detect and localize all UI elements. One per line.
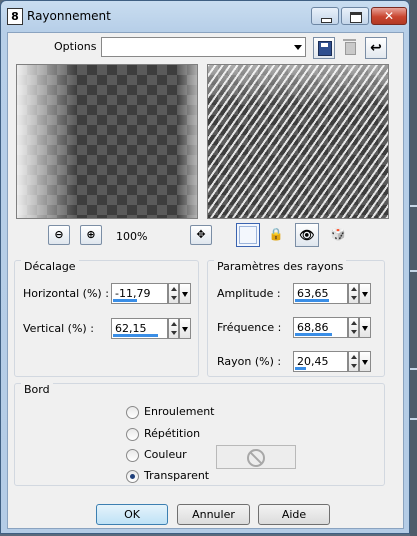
lock-icon: 🔒	[268, 227, 284, 241]
vertical-dropdown-button[interactable]	[179, 318, 191, 339]
cancel-button[interactable]: Annuler	[177, 504, 250, 525]
offset-group-title: Décalage	[21, 260, 79, 273]
zoom-in-icon: ⊕	[86, 228, 96, 241]
amplitude-stepper[interactable]	[348, 283, 359, 304]
floppy-disk-icon	[318, 41, 332, 56]
offset-group: Décalage Horizontal (%) : -11,79 Vertica…	[14, 260, 199, 377]
proof-toggle-button[interactable]	[236, 223, 260, 247]
chevron-down-icon	[294, 45, 302, 50]
preview-toggle-button[interactable]: 👁	[295, 223, 319, 247]
window-title: Rayonnement	[27, 9, 111, 23]
edge-color-swatch[interactable]	[216, 445, 296, 469]
background-window-edge	[410, 0, 417, 536]
vertical-input[interactable]: 62,15	[111, 318, 168, 339]
vertical-label: Vertical (%) :	[23, 322, 94, 335]
result-preview[interactable]	[207, 64, 389, 219]
frequency-input[interactable]: 68,86	[293, 317, 348, 338]
zoom-out-button[interactable]: ⊖	[48, 225, 70, 245]
help-button[interactable]: Aide	[258, 504, 330, 525]
amplitude-slider-fill[interactable]	[295, 299, 329, 302]
horizontal-input[interactable]: -11,79	[111, 283, 168, 304]
app-icon: 8	[7, 8, 23, 25]
zoom-in-button[interactable]: ⊕	[80, 225, 102, 245]
horizontal-label: Horizontal (%) :	[23, 287, 109, 300]
close-button[interactable]: ✕	[371, 7, 407, 25]
move-icon: ✥	[196, 228, 206, 241]
radio-transparent[interactable]	[126, 470, 139, 483]
original-preview[interactable]	[16, 64, 198, 219]
amplitude-label: Amplitude :	[217, 287, 281, 300]
horizontal-stepper[interactable]	[168, 283, 179, 304]
radio-repeat-label[interactable]: Répétition	[144, 427, 200, 440]
radius-input[interactable]: 20,45	[293, 351, 348, 372]
ray-parameters-title: Paramètres des rayons	[214, 260, 347, 273]
horizontal-dropdown-button[interactable]	[179, 283, 191, 304]
options-preset-dropdown[interactable]	[101, 37, 306, 57]
radius-label: Rayon (%) :	[217, 355, 282, 368]
eye-icon: 👁	[299, 228, 315, 242]
randomize-button[interactable]: 🎲	[326, 223, 350, 247]
radio-color-label[interactable]: Couleur	[144, 448, 187, 461]
frequency-dropdown-button[interactable]	[359, 317, 371, 338]
options-label: Options :	[54, 40, 104, 53]
frequency-label: Fréquence :	[217, 321, 282, 334]
dialog-body: Options : ↩ ⊖ ⊕ 100% ✥ 🔒 👁 🎲 Décalage Ho…	[7, 32, 404, 529]
radius-slider-fill[interactable]	[295, 367, 306, 370]
close-icon: ✕	[383, 9, 395, 23]
radio-repeat[interactable]	[126, 428, 139, 441]
dice-icon: 🎲	[330, 227, 346, 241]
vertical-slider-fill[interactable]	[113, 334, 158, 337]
zoom-out-icon: ⊖	[54, 228, 64, 241]
ok-button[interactable]: OK	[96, 504, 168, 525]
amplitude-input[interactable]: 63,65	[293, 283, 348, 304]
trash-icon	[343, 39, 356, 55]
radius-dropdown-button[interactable]	[359, 351, 371, 372]
save-preset-button[interactable]	[313, 37, 335, 59]
frequency-slider-fill[interactable]	[295, 333, 332, 336]
ray-parameters-group: Paramètres des rayons Amplitude : 63,65 …	[207, 260, 385, 377]
horizontal-slider-fill[interactable]	[113, 299, 137, 302]
vertical-stepper[interactable]	[168, 318, 179, 339]
radio-transparent-label[interactable]: Transparent	[144, 469, 209, 482]
maximize-button[interactable]	[341, 7, 369, 25]
zoom-level: 100%	[116, 230, 148, 243]
frequency-stepper[interactable]	[348, 317, 359, 338]
lock-preview-button[interactable]: 🔒	[264, 223, 288, 247]
no-color-icon	[247, 449, 265, 467]
reset-icon: ↩	[370, 40, 382, 56]
amplitude-dropdown-button[interactable]	[359, 283, 371, 304]
dialog-window: 8 Rayonnement ✕ Options : ↩ ⊖ ⊕ 100% ✥ 🔒…	[0, 0, 410, 534]
minimize-button[interactable]	[311, 7, 339, 25]
delete-preset-button[interactable]	[339, 37, 361, 59]
title-bar[interactable]: 8 Rayonnement ✕	[1, 1, 409, 31]
radius-stepper[interactable]	[348, 351, 359, 372]
radio-color[interactable]	[126, 449, 139, 462]
edge-group-title: Bord	[21, 383, 53, 396]
reset-button[interactable]: ↩	[365, 37, 387, 59]
pan-button[interactable]: ✥	[190, 225, 212, 245]
radio-wrap-label[interactable]: Enroulement	[144, 405, 215, 418]
radio-wrap[interactable]	[126, 406, 139, 419]
